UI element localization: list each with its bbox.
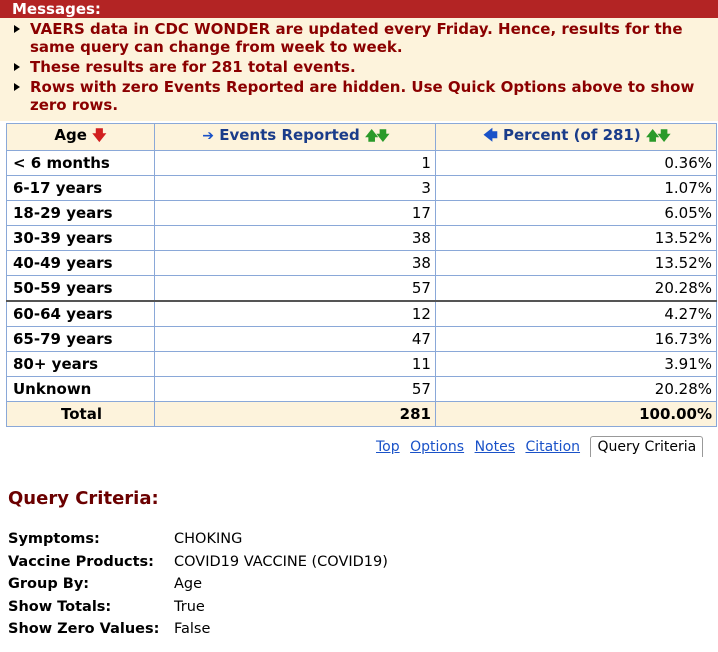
query-criteria-title: Query Criteria: [8,488,159,509]
total-percent: 100.00% [434,401,718,427]
row-age-label: 40-49 years [6,250,155,276]
row-age-label: 65-79 years [6,326,155,352]
bullet-triangle-icon [14,83,20,91]
criteria-row: Group By: Age [8,573,388,596]
row-age-label: 6-17 years [6,175,155,201]
criteria-key: Symptoms: [8,531,100,547]
sort-descending-icon[interactable]: 🡇 [92,128,106,144]
row-events: 57 [154,275,436,302]
table-row: 18-29 years 17 6.05% [6,200,718,226]
nav-link-citation[interactable]: Citation [525,439,580,455]
bullet-triangle-icon [14,25,20,33]
table-row: 30-39 years 38 13.52% [6,225,718,251]
row-age-label: Unknown [6,376,155,402]
column-header-age[interactable]: Age 🡇 [6,123,155,151]
row-percent: 13.52% [434,250,718,276]
nav-link-notes[interactable]: Notes [475,439,515,455]
row-events: 17 [154,200,436,226]
criteria-row: Symptoms: CHOKING [8,528,388,551]
row-percent: 4.27% [434,300,718,327]
row-age-label: 50-59 years [6,275,155,302]
table-row: Unknown 57 20.28% [6,376,718,402]
criteria-key: Group By: [8,576,90,592]
move-right-arrow-icon[interactable]: ➔ [202,128,214,144]
table-row: 80+ years 11 3.91% [6,351,718,377]
row-events: 38 [154,225,436,251]
criteria-key: Show Zero Values: [8,621,160,637]
row-events: 57 [154,376,436,402]
row-percent: 20.28% [434,275,718,302]
criteria-value: Age [174,576,203,592]
sort-toggle-icon[interactable]: 🡅🡇 [365,129,390,144]
row-events: 1 [154,150,436,176]
row-events: 11 [154,351,436,377]
row-events: 38 [154,250,436,276]
row-age-label: < 6 months [6,150,155,176]
section-nav: Top Options Notes Citation Query Criteri… [376,436,704,458]
table-row: 50-59 years 57 20.28% [6,275,718,302]
table-row: 60-64 years 12 4.27% [6,300,718,327]
results-table: Age 🡇 ➔ Events Reported 🡅🡇 🡄 Percent (of… [6,123,718,427]
messages-header: Messages: [0,0,718,18]
criteria-value: True [174,598,205,615]
row-percent: 1.07% [434,175,718,201]
sort-toggle-icon[interactable]: 🡅🡇 [646,129,671,144]
messages-panel: Messages: VAERS data in CDC WONDER are u… [0,0,718,121]
criteria-key: Show Totals: [8,598,112,615]
criteria-value: COVID19 VACCINE (COVID19) [174,553,388,570]
column-header-percent[interactable]: 🡄 Percent (of 281) 🡅🡇 [434,123,718,151]
row-percent: 13.52% [434,225,718,251]
bullet-triangle-icon [14,63,20,71]
criteria-row: Show Zero Values: False [8,618,388,641]
row-events: 3 [154,175,436,201]
row-percent: 20.28% [434,376,718,402]
message-item: Rows with zero Events Reported are hidde… [0,78,718,114]
table-row: 65-79 years 47 16.73% [6,326,718,352]
nav-link-options[interactable]: Options [410,439,464,455]
nav-tab-query-criteria[interactable]: Query Criteria [590,436,704,457]
table-row: 6-17 years 3 1.07% [6,175,718,201]
criteria-row: Show Totals: True [8,596,388,619]
total-events: 281 [154,401,436,427]
total-row: Total 281 100.00% [6,401,718,427]
nav-link-top[interactable]: Top [376,439,400,455]
column-header-events[interactable]: ➔ Events Reported 🡅🡇 [154,123,436,151]
row-percent: 6.05% [434,200,718,226]
criteria-row: Vaccine Products: COVID19 VACCINE (COVID1… [8,551,388,574]
table-row: 40-49 years 38 13.52% [6,250,718,276]
row-age-label: 30-39 years [6,225,155,251]
row-age-label: 18-29 years [6,200,155,226]
move-left-arrow-icon[interactable]: 🡄 [483,128,497,144]
row-events: 47 [154,326,436,352]
table-header-row: Age 🡇 ➔ Events Reported 🡅🡇 🡄 Percent (of… [6,123,718,151]
total-label: Total [6,401,155,427]
query-criteria-list: Symptoms: CHOKING Vaccine Products: COVID1… [8,528,388,641]
messages-list: VAERS data in CDC WONDER are updated eve… [0,18,718,114]
criteria-value: False [174,621,211,637]
row-events: 12 [154,300,436,327]
criteria-value: CHOKING [174,531,243,547]
message-item: These results are for 281 total events. [0,58,718,76]
row-age-label: 60-64 years [6,300,155,327]
criteria-key: Vaccine Products: [8,553,154,570]
row-percent: 0.36% [434,150,718,176]
message-item: VAERS data in CDC WONDER are updated eve… [0,20,718,56]
row-percent: 16.73% [434,326,718,352]
table-row: < 6 months 1 0.36% [6,150,718,176]
row-age-label: 80+ years [6,351,155,377]
row-percent: 3.91% [434,351,718,377]
